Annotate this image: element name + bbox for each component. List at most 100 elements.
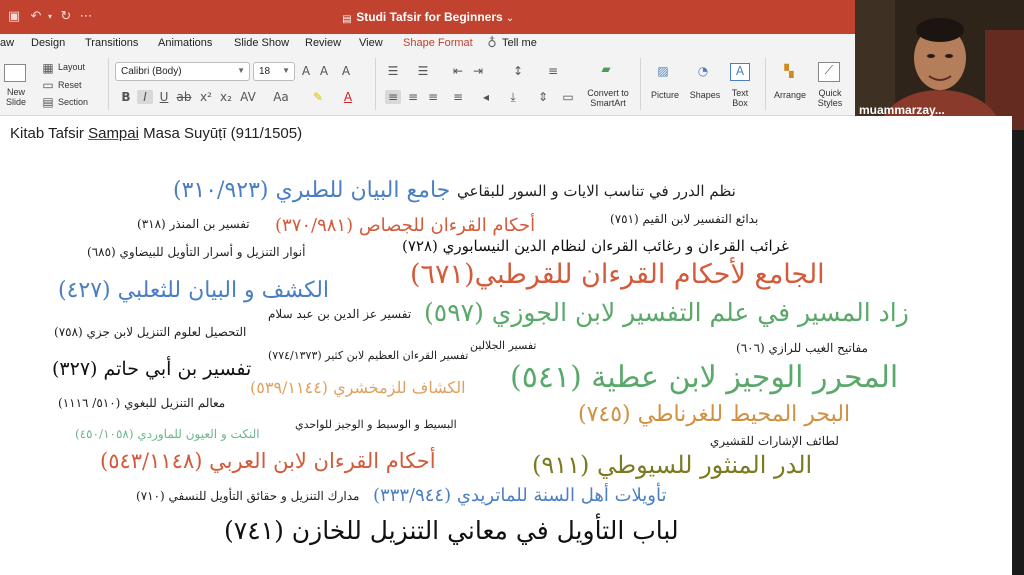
tafsir-item[interactable]: البسيط و الوسيط و الوجيز للواحدي <box>295 418 457 431</box>
slide-title-prefix: Kitab Tafsir <box>10 125 89 142</box>
slide-title-underlined: Sampai <box>88 125 139 142</box>
picture-button[interactable]: Picture <box>648 90 682 100</box>
tafsir-item[interactable]: تفسير القرءان العظيم لابن كثير (٧٧٤/١٣٧٣… <box>268 349 468 362</box>
smartart-icon[interactable]: ▰ <box>595 62 617 76</box>
highlight-icon[interactable]: ✎ <box>310 90 326 104</box>
text-direction-icon[interactable]: ⤓ <box>505 90 521 104</box>
numbering-icon[interactable]: ☰ <box>415 64 431 78</box>
tafsir-item[interactable]: الكشف و البيان للثعلبي (٤٢٧) <box>58 278 329 303</box>
shapes-icon[interactable]: ◔ <box>692 64 714 78</box>
ribbon-separator <box>108 58 109 110</box>
tafsir-item[interactable]: جامع البيان للطبري (٣١٠/٩٢٣) <box>173 178 450 203</box>
tafsir-item[interactable]: البحر المحيط للغرناطي (٧٤٥) <box>578 402 850 427</box>
arrange-button[interactable]: Arrange <box>770 90 810 100</box>
tafsir-item[interactable]: بدائع التفسير لابن القيم (٧٥١) <box>610 212 758 226</box>
align-center-icon[interactable]: ≡ <box>405 90 421 104</box>
tafsir-item[interactable]: لطائف الإشارات للقشيري <box>710 434 839 448</box>
tab-shape-format[interactable]: Shape Format <box>403 37 473 49</box>
arrange-icon[interactable]: ▚ <box>778 64 800 78</box>
tafsir-item[interactable]: تأويلات أهل السنة للماتريدي (٣٣٣/٩٤٤) <box>373 485 666 506</box>
tafsir-item[interactable]: الدر المنثور للسيوطي (٩١١) <box>532 451 812 479</box>
document-title[interactable]: ▤ Studi Tafsir for Beginners ⌄ <box>0 10 855 25</box>
new-slide-button[interactable]: New Slide <box>2 87 30 107</box>
line-spacing-icon[interactable]: ↕ <box>510 64 526 78</box>
tafsir-item[interactable]: أنوار التنزيل و أسرار التأويل للبيضاوي (… <box>87 245 305 259</box>
ribbon-separator <box>765 58 766 110</box>
tab-animations[interactable]: Animations <box>158 37 212 49</box>
tab-view[interactable]: View <box>359 37 383 49</box>
chevron-down-icon: ▼ <box>282 66 290 75</box>
layout-icon[interactable]: ▦ <box>40 61 56 75</box>
shapes-button[interactable]: Shapes <box>688 90 722 100</box>
tab-design[interactable]: Design <box>31 37 65 49</box>
tafsir-item[interactable]: أحكام القرءان للجصاص (٣٧٠/٩٨١) <box>275 215 535 236</box>
webcam-video: muammarzay... <box>855 0 1024 130</box>
font-size-dropdown[interactable]: 18 ▼ <box>253 62 295 81</box>
tafsir-item[interactable]: تفسير الجلالين <box>470 339 536 352</box>
tell-me-search[interactable]: Tell me <box>502 37 537 49</box>
align-left-icon[interactable]: ≡ <box>385 90 401 104</box>
clear-formatting-icon[interactable]: A <box>338 64 354 78</box>
convert-smartart-button[interactable]: Convert to SmartArt <box>583 88 633 108</box>
text-box-align-icon[interactable]: ▭ <box>560 90 576 104</box>
strikethrough-icon[interactable]: ab <box>176 90 192 104</box>
tafsir-item[interactable]: زاد المسير في علم التفسير لابن الجوزي (٥… <box>424 298 909 327</box>
reset-button[interactable]: Reset <box>58 80 82 90</box>
layout-button[interactable]: Layout <box>58 62 85 72</box>
underline-icon[interactable]: U <box>156 90 172 104</box>
reset-icon[interactable]: ▭ <box>40 78 56 92</box>
tafsir-item[interactable]: الكشاف للزمخشري (٥٣٩/١١٤٤) <box>250 378 466 397</box>
vertical-scrollbar[interactable] <box>1012 130 1024 575</box>
character-spacing-icon[interactable]: AV <box>240 90 256 104</box>
text-direction-rtl-icon[interactable]: ◂ <box>478 90 494 104</box>
quick-styles-button[interactable]: Quick Styles <box>812 88 848 108</box>
tafsir-item[interactable]: تفسير عز الدين بن عبد سلام <box>268 307 411 321</box>
superscript-icon[interactable]: x² <box>198 90 214 104</box>
text-box-button[interactable]: Text Box <box>725 88 755 108</box>
tafsir-item[interactable]: المحرر الوجيز لابن عطية (٥٤١) <box>510 360 898 395</box>
quick-styles-icon[interactable]: ⟋ <box>818 62 840 82</box>
bullets-icon[interactable]: ☰ <box>385 64 401 78</box>
slide-title[interactable]: Kitab Tafsir Sampai Masa Suyūṭī (911/150… <box>10 125 302 142</box>
italic-icon[interactable]: I <box>137 90 153 104</box>
increase-font-icon[interactable]: A <box>298 64 314 78</box>
subscript-icon[interactable]: x₂ <box>218 90 234 104</box>
decrease-font-icon[interactable]: A <box>316 64 332 78</box>
align-right-icon[interactable]: ≡ <box>425 90 441 104</box>
tafsir-item[interactable]: النكت و العيون للماوردي (٤٥٠/١٠٥٨) <box>75 427 260 441</box>
tafsir-item[interactable]: معالم التنزيل للبغوي (٥١٠/ ١١١٦) <box>58 396 225 410</box>
tafsir-item[interactable]: الجامع لأحكام القرءان للقرطبي(٦٧١) <box>410 259 825 290</box>
tab-draw[interactable]: aw <box>0 37 14 49</box>
tafsir-item[interactable]: نظم الدرر في تناسب الايات و السور للبقاع… <box>457 182 736 200</box>
section-icon[interactable]: ▤ <box>40 95 56 109</box>
tab-transitions[interactable]: Transitions <box>85 37 138 49</box>
powerpoint-file-icon: ▤ <box>342 14 352 25</box>
ribbon-separator <box>375 58 376 110</box>
tafsir-item[interactable]: مدارك التنزيل و حقائق التأويل للنسفي (٧١… <box>136 489 359 503</box>
font-color-icon[interactable]: A <box>340 90 356 104</box>
tafsir-item[interactable]: غرائب القرءان و رغائب القرءان لنظام الدي… <box>402 237 789 255</box>
tafsir-item[interactable]: أحكام القرءان لابن العربي (٥٤٣/١١٤٨) <box>100 449 436 473</box>
change-case-icon[interactable]: Aa <box>270 90 292 104</box>
chevron-down-icon: ⌄ <box>505 13 515 24</box>
columns-icon[interactable]: ≡ <box>545 64 561 78</box>
tafsir-item[interactable]: تفسير بن أبي حاتم (٣٢٧) <box>52 358 251 380</box>
align-text-icon[interactable]: ⇕ <box>535 90 551 104</box>
text-box-icon[interactable]: A <box>730 63 750 81</box>
tafsir-item[interactable]: لباب التأويل في معاني التنزيل للخازن (٧٤… <box>224 516 679 545</box>
tab-slide-show[interactable]: Slide Show <box>234 37 289 49</box>
tafsir-item[interactable]: التحصيل لعلوم التنزيل لابن جزي (٧٥٨) <box>54 325 246 339</box>
picture-icon[interactable]: ▨ <box>652 64 674 78</box>
tafsir-item[interactable]: تفسير بن المنذر (٣١٨) <box>137 217 250 231</box>
decrease-indent-icon[interactable]: ⇤ <box>450 64 466 78</box>
section-button[interactable]: Section <box>58 97 88 107</box>
new-slide-icon[interactable] <box>4 64 26 82</box>
slide-canvas[interactable]: Kitab Tafsir Sampai Masa Suyūṭī (911/150… <box>0 116 1012 575</box>
justify-icon[interactable]: ≡ <box>450 90 466 104</box>
font-name-dropdown[interactable]: Calibri (Body) ▼ <box>115 62 250 81</box>
bold-icon[interactable]: B <box>118 90 134 104</box>
tafsir-item[interactable]: مفاتيح الغيب للرازي (٦٠٦) <box>736 341 868 355</box>
tab-review[interactable]: Review <box>305 37 341 49</box>
lightbulb-icon: ♁ <box>487 36 497 51</box>
increase-indent-icon[interactable]: ⇥ <box>470 64 486 78</box>
